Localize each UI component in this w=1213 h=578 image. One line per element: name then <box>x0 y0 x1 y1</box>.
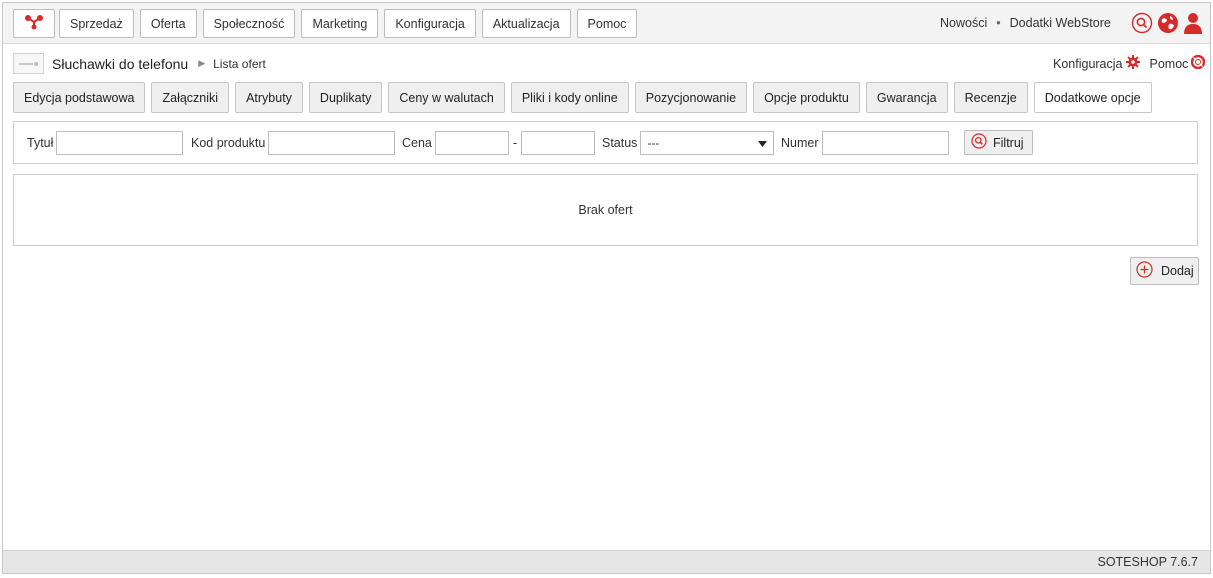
app-window: Sprzedaż Oferta Społeczność Marketing Ko… <box>2 2 1211 574</box>
page-actions: Konfiguracja Pomoc <box>1053 54 1206 72</box>
add-button-label: Dodaj <box>1161 264 1194 278</box>
filter-button[interactable]: Filtruj <box>964 130 1033 155</box>
menu-pomoc[interactable]: Pomoc <box>576 9 638 38</box>
breadcrumb: Słuchawki do telefonu ▶ Lista ofert <box>13 53 266 74</box>
empty-message: Brak ofert <box>578 203 633 217</box>
config-link[interactable]: Konfiguracja <box>1053 55 1140 72</box>
tab-opcje-produktu[interactable]: Opcje produktu <box>753 82 860 113</box>
filter-button-label: Filtruj <box>993 135 1024 150</box>
tab-pozycjonowanie[interactable]: Pozycjonowanie <box>634 82 748 113</box>
product-code-label: Kod produktu <box>191 135 266 150</box>
plus-circle-icon <box>1136 261 1153 281</box>
lifebuoy-icon <box>1191 54 1206 72</box>
status-label: Status <box>602 135 638 150</box>
config-link-label: Konfiguracja <box>1053 56 1123 71</box>
news-link[interactable]: Nowości <box>940 16 987 30</box>
tab-atrybuty[interactable]: Atrybuty <box>235 82 303 113</box>
breadcrumb-current: Lista ofert <box>213 56 266 71</box>
globe-icon[interactable] <box>1157 12 1179 37</box>
tab-gwarancja[interactable]: Gwarancja <box>865 82 948 113</box>
user-icon[interactable] <box>1183 12 1203 37</box>
product-title-link[interactable]: Słuchawki do telefonu <box>52 56 188 72</box>
add-button[interactable]: Dodaj <box>1130 257 1199 285</box>
price-label: Cena <box>402 135 432 150</box>
help-link[interactable]: Pomoc <box>1149 54 1206 72</box>
tab-dodatkowe-opcje[interactable]: Dodatkowe opcje <box>1033 82 1152 113</box>
filter-bar: Tytuł Kod produktu Cena - Status --- Num… <box>13 121 1198 164</box>
search-icon <box>971 133 987 152</box>
gear-icon <box>1125 55 1140 72</box>
price-to-input[interactable] <box>521 130 596 155</box>
webstore-addons-link[interactable]: Dodatki WebStore <box>1010 16 1111 30</box>
tab-edycja-podstawowa[interactable]: Edycja podstawowa <box>13 82 146 113</box>
logo-button[interactable] <box>13 9 55 38</box>
status-select[interactable]: --- <box>640 130 775 155</box>
number-input[interactable] <box>821 130 949 155</box>
link-separator: • <box>996 16 1001 30</box>
tab-pliki-i-kody-online[interactable]: Pliki i kody online <box>510 82 629 113</box>
title-label: Tytuł <box>27 135 54 150</box>
footer: SOTESHOP 7.6.7 <box>3 550 1210 573</box>
number-label: Numer <box>781 135 819 150</box>
version-label: SOTESHOP 7.6.7 <box>1097 555 1198 569</box>
search-icon[interactable] <box>1131 12 1153 37</box>
menu-aktualizacja[interactable]: Aktualizacja <box>481 9 571 38</box>
title-input[interactable] <box>56 130 184 155</box>
price-range-dash: - <box>512 135 518 150</box>
breadcrumb-arrow-icon: ▶ <box>198 58 206 68</box>
menu-sprzedaz[interactable]: Sprzedaż <box>59 9 134 38</box>
main-menu: Sprzedaż Oferta Społeczność Marketing Ko… <box>59 9 638 38</box>
menu-konfiguracja[interactable]: Konfiguracja <box>384 9 476 38</box>
tab-zalaczniki[interactable]: Załączniki <box>151 82 230 113</box>
top-icons <box>1131 12 1203 37</box>
menu-oferta[interactable]: Oferta <box>139 9 197 38</box>
menu-marketing[interactable]: Marketing <box>301 9 379 38</box>
offers-list: Brak ofert <box>13 174 1198 246</box>
top-navigation-bar: Sprzedaż Oferta Społeczność Marketing Ko… <box>3 3 1210 44</box>
status-selected-value: --- <box>647 135 660 150</box>
molecule-logo-icon <box>24 14 44 33</box>
product-code-input[interactable] <box>268 130 396 155</box>
price-from-input[interactable] <box>434 130 509 155</box>
caret-down-icon <box>758 136 768 150</box>
tab-ceny-w-walutach[interactable]: Ceny w walutach <box>388 82 505 113</box>
tab-recenzje[interactable]: Recenzje <box>953 82 1028 113</box>
menu-spolecznosc[interactable]: Społeczność <box>202 9 296 38</box>
product-thumbnail <box>13 53 44 74</box>
tab-duplikaty[interactable]: Duplikaty <box>308 82 383 113</box>
top-links: Nowości • Dodatki WebStore <box>940 16 1111 30</box>
product-tabs: Edycja podstawowa Załączniki Atrybuty Du… <box>13 82 1152 113</box>
help-link-label: Pomoc <box>1149 56 1189 71</box>
